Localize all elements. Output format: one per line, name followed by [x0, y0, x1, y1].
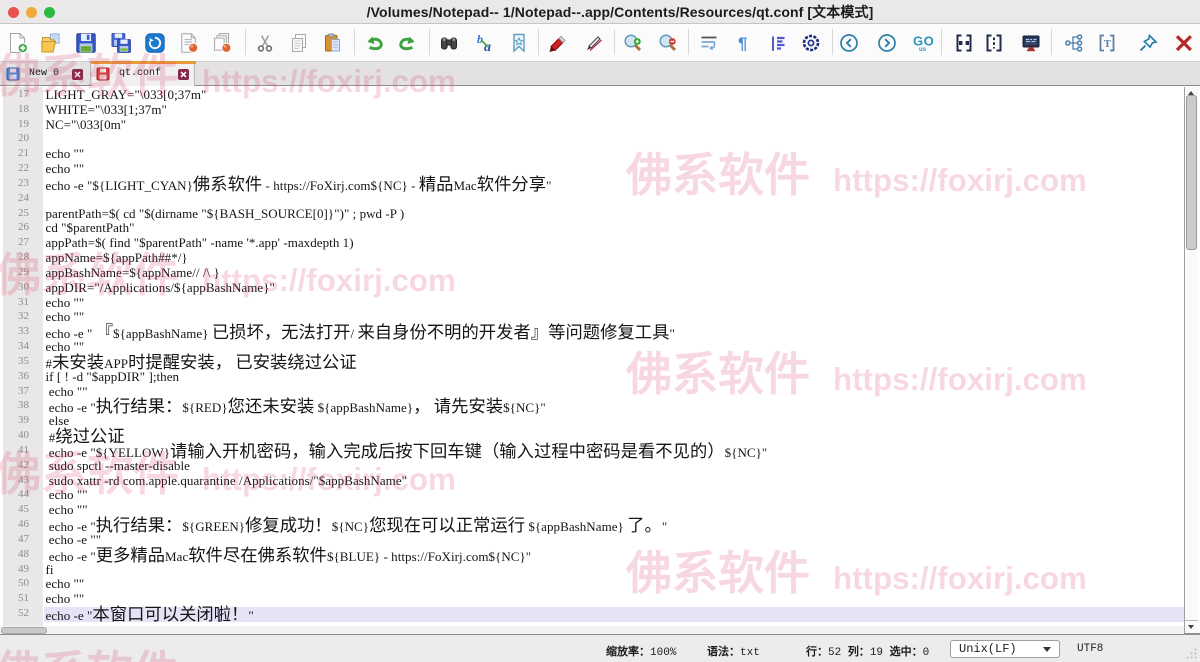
svg-text:b: b [477, 32, 483, 46]
svg-text:T: T [1104, 38, 1112, 50]
svg-text:a: a [484, 40, 491, 55]
svg-text:us: us [919, 47, 927, 53]
svg-text:¶: ¶ [738, 34, 747, 53]
